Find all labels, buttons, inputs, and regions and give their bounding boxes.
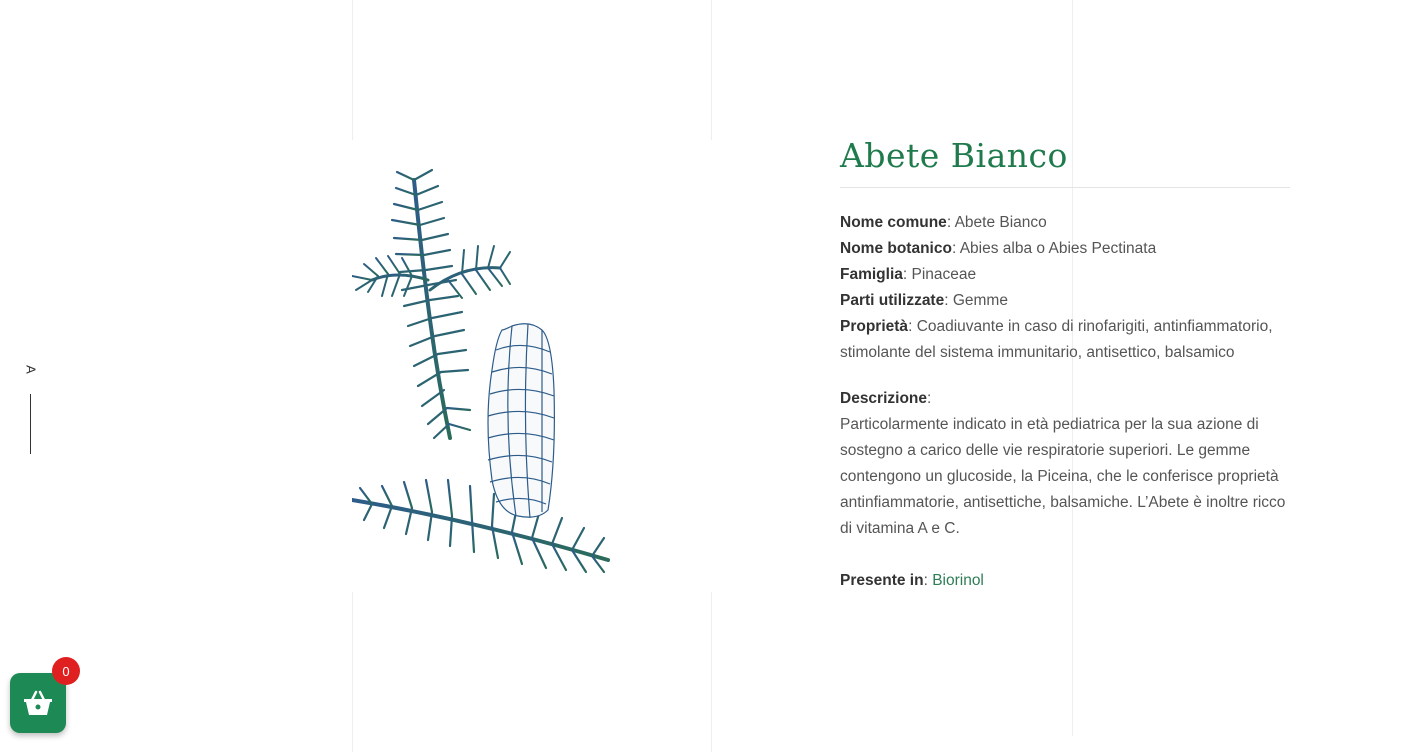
side-nav-letter[interactable]: A — [24, 361, 39, 379]
fact-value: Abete Bianco — [954, 214, 1047, 231]
basket-icon — [24, 690, 52, 715]
plant-illustration — [352, 140, 712, 592]
fact-value: Abies alba o Abies Pectinata — [959, 240, 1157, 257]
fact-properties: Proprietà: Coadiuvante in caso di rinofa… — [840, 318, 1273, 361]
fact-family: Famiglia: Pinaceae — [840, 266, 977, 283]
fact-botanical-name: Nome botanico: Abies alba o Abies Pectin… — [840, 240, 1157, 257]
side-nav-line — [30, 394, 31, 454]
fact-label: Famiglia — [840, 266, 903, 283]
present-in-link[interactable]: Biorinol — [932, 572, 984, 589]
cart-count-badge: 0 — [52, 657, 80, 685]
plant-details: Abete Bianco Nome comune: Abete Bianco N… — [840, 136, 1290, 594]
fact-value: Gemme — [952, 292, 1008, 309]
fact-value: Pinaceae — [911, 266, 977, 283]
present-in-label: Presente in — [840, 572, 924, 589]
fact-label: Parti utilizzate — [840, 292, 945, 309]
description-label: Descrizione — [840, 390, 928, 407]
fact-label: Proprietà — [840, 318, 909, 335]
page-title: Abete Bianco — [840, 136, 1290, 188]
fact-common-name: Nome comune: Abete Bianco — [840, 214, 1047, 231]
fact-label: Nome botanico — [840, 240, 952, 257]
description-section: Descrizione: Particolarmente indicato in… — [840, 386, 1290, 542]
present-in-section: Presente in: Biorinol — [840, 572, 984, 589]
description-text: Particolarmente indicato in età pediatri… — [840, 416, 1286, 537]
fir-branch-illustration-icon — [352, 168, 610, 574]
page: A Abete Bianco Nome comune: Abete Bianco… — [0, 0, 1420, 752]
fact-label: Nome comune — [840, 214, 947, 231]
plant-facts: Nome comune: Abete Bianco Nome botanico:… — [840, 210, 1290, 366]
fact-parts-used: Parti utilizzate: Gemme — [840, 292, 1008, 309]
